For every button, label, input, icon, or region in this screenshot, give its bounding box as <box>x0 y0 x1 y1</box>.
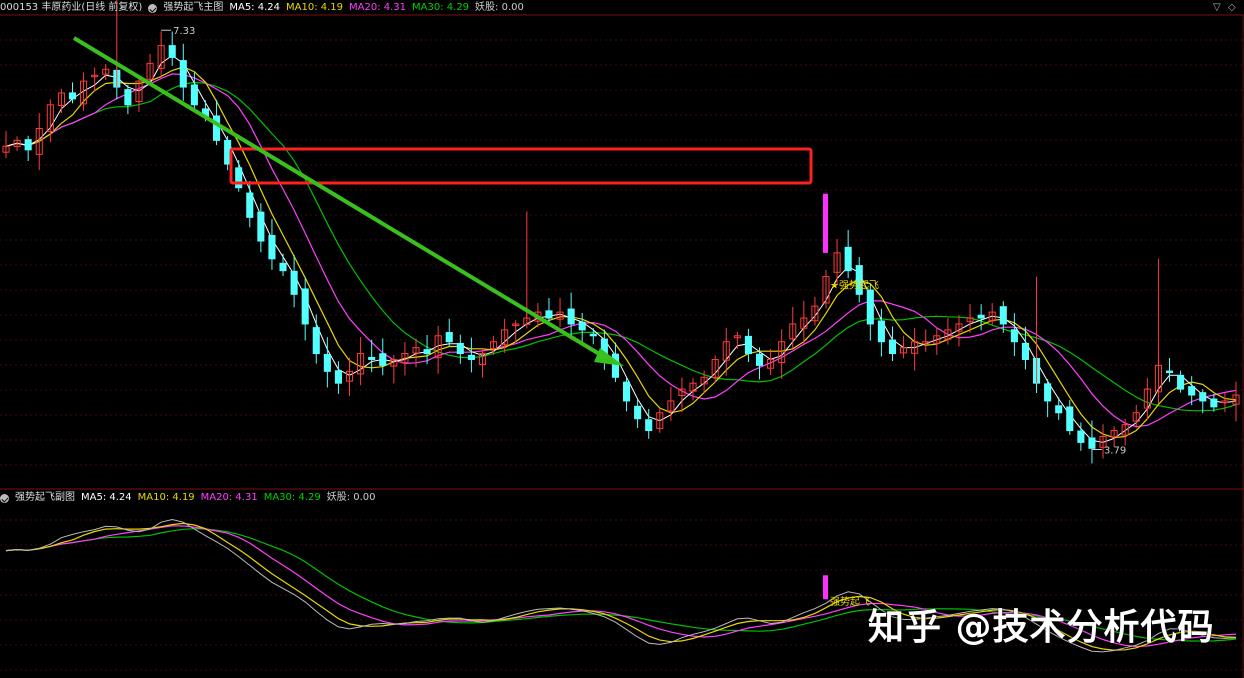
candle-body <box>257 211 265 242</box>
candle-body <box>168 45 176 58</box>
ma20-value: MA20: 4.31 <box>349 2 407 13</box>
candle-body <box>545 310 553 319</box>
ma30-line <box>5 81 1237 412</box>
candle-body <box>866 289 874 325</box>
candle-body <box>279 262 287 272</box>
candle-body <box>999 306 1007 325</box>
candle-body <box>611 353 620 378</box>
candle-body <box>578 321 586 331</box>
candle-body <box>645 419 653 432</box>
expand-icon[interactable]: ◇ <box>1228 2 1236 13</box>
candle-body <box>888 339 897 355</box>
candle-body <box>744 335 752 355</box>
main-chart-header: 000153 丰原药业(日线 前复权) 强势起飞主图 MA5: 4.24 MA1… <box>0 0 524 16</box>
low-price-label: 3.79 <box>1104 445 1126 456</box>
yaogu-value: 妖股: 0.00 <box>475 2 524 13</box>
candle-body <box>1044 383 1052 402</box>
candle-body <box>1055 405 1063 414</box>
ma10-value: MA10: 4.19 <box>286 2 344 13</box>
candle-body <box>368 356 376 360</box>
candle-body <box>1021 342 1030 360</box>
signal-bar <box>823 193 828 253</box>
sub-ma5-value: MA5: 4.24 <box>81 492 132 503</box>
candle-body <box>445 332 453 343</box>
indicator-toggle-icon[interactable] <box>148 3 158 13</box>
candle-body <box>1165 370 1174 374</box>
sub-chart-header: 强势起飞副图 MA5: 4.24 MA10: 4.19 MA20: 4.31 M… <box>0 490 376 506</box>
sub-ma30-value: MA30: 4.29 <box>263 492 321 503</box>
candle-body <box>1010 329 1018 343</box>
candle-body <box>312 327 320 355</box>
stock-title[interactable]: 000153 丰原药业(日线 前复权) <box>0 0 142 16</box>
candle-body <box>1188 386 1196 396</box>
candle-body <box>1177 374 1185 390</box>
candle-body <box>1066 406 1074 432</box>
ma10-line <box>5 66 1237 439</box>
candle-body <box>124 89 132 106</box>
ma20-line <box>5 73 1237 428</box>
watermark: 知乎 @技术分析代码 <box>868 607 1215 648</box>
ma30-value: MA30: 4.29 <box>412 2 470 13</box>
candle-body <box>246 192 254 218</box>
candle-body <box>589 333 597 337</box>
candle-body <box>290 270 298 295</box>
candle-body <box>456 342 464 355</box>
candle-body <box>423 349 431 355</box>
candle-body <box>235 167 243 189</box>
candle-body <box>634 405 642 420</box>
sub-yaogu-value: 妖股: 0.00 <box>326 492 376 503</box>
candle-body <box>212 115 221 141</box>
candle-body <box>24 139 32 151</box>
sub-signal-bar <box>823 575 828 600</box>
sub-ma20-value: MA20: 4.31 <box>200 492 258 503</box>
candle-body <box>179 60 187 88</box>
candle-body <box>755 353 764 366</box>
candle-body <box>977 314 985 319</box>
collapse-icon[interactable]: ▽ <box>1213 2 1221 13</box>
candle-body <box>877 320 885 343</box>
candle-body <box>622 381 631 402</box>
candle-body <box>844 246 852 272</box>
sub-ma10-value: MA10: 4.19 <box>137 492 195 503</box>
signal-label-main: ★强势起飞 <box>830 278 879 291</box>
candle-body <box>334 370 342 384</box>
stock-chart[interactable]: ★强势起飞 7.33 3.79 强势起飞 <box>0 0 1244 678</box>
candle-body <box>467 354 475 360</box>
candle-body <box>268 234 276 260</box>
candle-body <box>1210 398 1218 408</box>
high-price-label: 7.33 <box>173 26 195 37</box>
candle-body <box>567 308 575 325</box>
candle-body <box>1199 392 1207 402</box>
resistance-box <box>229 147 813 185</box>
ma5-value: MA5: 4.24 <box>229 2 280 13</box>
candle-body <box>68 92 77 100</box>
candle-body <box>379 353 387 366</box>
candle-body <box>1088 437 1096 449</box>
candle-body <box>323 354 331 372</box>
candle-body <box>1077 430 1085 443</box>
ma5-line <box>5 54 1237 443</box>
candle-body <box>190 84 198 106</box>
candle-body <box>301 288 309 325</box>
sub-indicator-toggle-icon[interactable] <box>0 493 9 503</box>
sub-indicator-name[interactable]: 强势起飞副图 <box>15 490 75 506</box>
signal-label-sub: 强势起飞 <box>830 595 870 608</box>
trend-arrow-line <box>72 36 608 360</box>
main-indicator-name[interactable]: 强势起飞主图 <box>163 0 223 16</box>
